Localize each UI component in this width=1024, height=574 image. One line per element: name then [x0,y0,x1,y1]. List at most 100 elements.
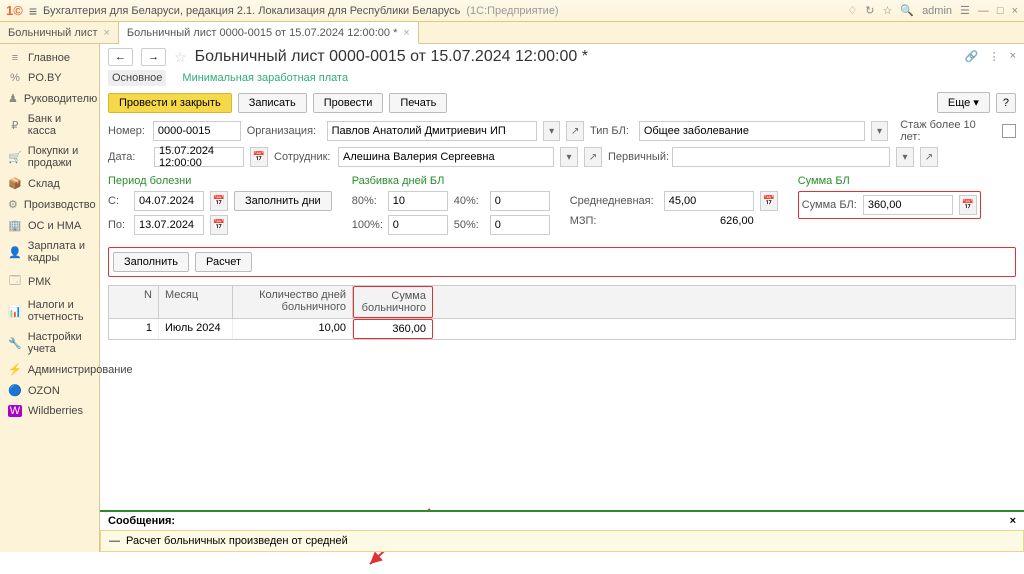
sidebar: ≡Главное %PO.BY ♟Руководителю ₽Банк и ка… [0,44,100,552]
col-n[interactable]: N [109,286,159,318]
calendar-icon[interactable]: 📅 [250,147,268,167]
money-icon: ₽ [8,119,22,132]
subtab-main[interactable]: Основное [108,70,166,86]
gear-icon: ⚙ [8,198,18,211]
sidebar-item-poby[interactable]: %PO.BY [0,68,99,88]
date-field[interactable]: 15.07.2024 12:00:00 [154,147,244,167]
sidebar-item-admin[interactable]: ⚡Администрирование [0,359,99,380]
dropdown-icon[interactable]: ▾ [896,147,914,167]
sidebar-item-sales[interactable]: 🛒Покупки и продажи [0,141,99,173]
from-field[interactable]: 04.07.2024 [134,191,204,211]
primary-label: Первичный: [608,151,666,163]
fill-days-button[interactable]: Заполнить дни [234,191,332,211]
number-field[interactable]: 0000-0015 [153,121,241,141]
sidebar-item-rmk[interactable]: 🗔РМК [0,268,99,295]
open-icon[interactable]: ↗ [584,147,602,167]
sidebar-item-salary[interactable]: 👤Зарплата и кадры [0,236,99,268]
more-button[interactable]: Еще ▾ [937,92,990,113]
to-field[interactable]: 13.07.2024 [134,215,204,235]
split-title: Разбивка дней БЛ [352,175,550,187]
p50-field[interactable]: 0 [490,215,550,235]
emp-label: Сотрудник: [274,151,332,163]
tab-list[interactable]: Больничный лист× [0,22,119,43]
sidebar-item-settings[interactable]: 🔧Настройки учета [0,327,99,359]
sidebar-item-wb[interactable]: WWildberries [0,401,99,421]
sidebar-item-production[interactable]: ⚙Производство [0,194,99,215]
dropdown-icon[interactable]: ▾ [543,121,561,141]
close-icon[interactable]: × [1012,5,1018,17]
titlebar: 1© ≡ Бухгалтерия для Беларуси, редакция … [0,0,1024,22]
nav-fwd[interactable]: → [141,48,166,66]
tab-document[interactable]: Больничный лист 0000-0015 от 15.07.2024 … [119,22,419,44]
calendar-icon[interactable]: 📅 [210,191,228,211]
col-sum[interactable]: Сумма больничного [353,286,433,318]
col-month[interactable]: Месяц [159,286,233,318]
link-icon[interactable]: 🔗 [965,50,979,63]
close-icon[interactable]: × [103,27,109,39]
post-close-button[interactable]: Провести и закрыть [108,93,232,113]
calc-button[interactable]: Расчет [195,252,252,272]
to-label: По: [108,219,128,231]
calc-icon[interactable]: 📅 [959,195,977,215]
col-days[interactable]: Количество дней больничного [233,286,353,318]
search-icon[interactable]: 🔍 [900,4,914,17]
table-row[interactable]: 1 Июль 2024 10,00 360,00 [109,319,1015,339]
org-field[interactable]: Павлов Анатолий Дмитриевич ИП [327,121,537,141]
sum-field[interactable]: 360,00 [863,195,953,215]
wrench-icon: 🔧 [8,337,22,350]
star-icon[interactable]: ☆ [174,49,187,66]
open-icon[interactable]: ↗ [566,121,584,141]
bell-icon[interactable]: ♢ [847,4,857,17]
table: N Месяц Количество дней больничного Сумм… [108,285,1016,340]
sidebar-item-taxes[interactable]: 📊Налоги и отчетность [0,295,99,327]
age-checkbox[interactable] [1002,124,1016,138]
calc-icon[interactable]: 📅 [760,191,778,211]
sidebar-item-manager[interactable]: ♟Руководителю [0,88,99,109]
subtab-mzp[interactable]: Минимальная заработная плата [178,70,352,86]
print-button[interactable]: Печать [389,93,447,113]
home-icon: ≡ [8,52,22,64]
save-button[interactable]: Записать [238,93,307,113]
sidebar-item-ozon[interactable]: 🔵OZON [0,380,99,401]
emp-field[interactable]: Алешина Валерия Сергеевна [338,147,554,167]
fill-button[interactable]: Заполнить [113,252,189,272]
message-text: Расчет больничных произведен от средней [126,535,348,547]
wb-icon: W [8,405,22,417]
nav-back[interactable]: ← [108,48,133,66]
help-button[interactable]: ? [996,93,1016,113]
avg-field[interactable]: 45,00 [664,191,754,211]
close-form-icon[interactable]: × [1010,50,1016,63]
p50-label: 50%: [454,219,484,231]
dropdown-icon[interactable]: ▾ [560,147,578,167]
more-icon[interactable]: ⋮ [989,50,1000,63]
minimize-icon[interactable]: — [978,5,989,17]
chess-icon: ♟ [8,92,18,105]
page-title: Больничный лист 0000-0015 от 15.07.2024 … [195,48,588,66]
sidebar-item-bank[interactable]: ₽Банк и касса [0,109,99,141]
open-icon[interactable]: ↗ [920,147,938,167]
settings-icon[interactable]: ☰ [960,4,970,17]
app-mode: (1С:Предприятие) [466,5,558,17]
menu-icon[interactable]: ≡ [29,3,37,19]
p100-field[interactable]: 0 [388,215,448,235]
chart-icon: 📊 [8,305,22,318]
tabbar: Больничный лист× Больничный лист 0000-00… [0,22,1024,44]
box-icon: 📦 [8,177,22,190]
close-icon[interactable]: × [403,27,409,39]
p40-field[interactable]: 0 [490,191,550,211]
maximize-icon[interactable]: □ [997,5,1004,17]
calendar-icon[interactable]: 📅 [210,215,228,235]
dropdown-icon[interactable]: ▾ [871,121,889,141]
type-field[interactable]: Общее заболевание [639,121,865,141]
history-icon[interactable]: ↻ [865,4,874,17]
sidebar-item-assets[interactable]: 🏢ОС и НМА [0,215,99,236]
p80-field[interactable]: 10 [388,191,448,211]
favorite-icon[interactable]: ☆ [882,4,892,17]
messages-title: Сообщения: [108,515,175,527]
primary-field[interactable] [672,147,890,167]
post-button[interactable]: Провести [313,93,384,113]
close-messages-icon[interactable]: × [1010,515,1016,527]
sidebar-item-main[interactable]: ≡Главное [0,48,99,68]
user-label[interactable]: admin [922,5,952,17]
sidebar-item-warehouse[interactable]: 📦Склад [0,173,99,194]
